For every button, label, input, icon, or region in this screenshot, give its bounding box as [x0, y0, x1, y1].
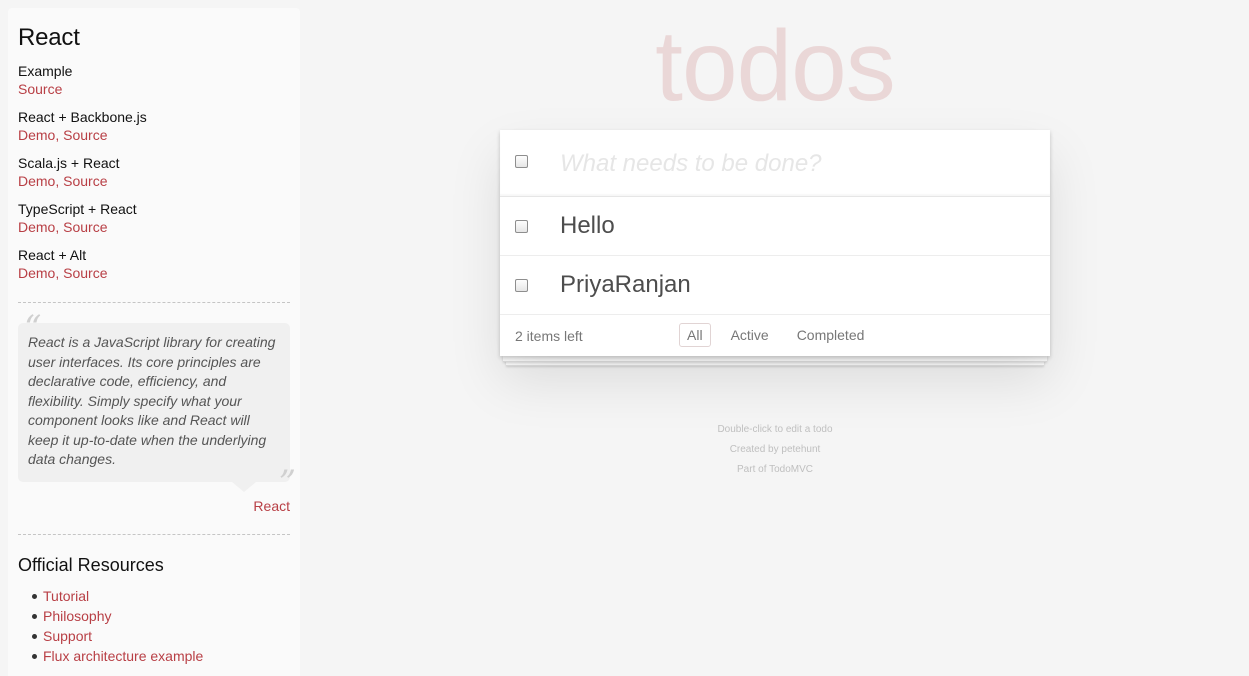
- demo-link[interactable]: Demo: [18, 265, 55, 281]
- demo-link[interactable]: Demo: [18, 219, 55, 235]
- todo-label[interactable]: PriyaRanjan: [560, 270, 691, 300]
- resources-title: Official Resources: [18, 554, 164, 575]
- list-item: Support: [32, 626, 290, 646]
- todo-toggle-checkbox[interactable]: [515, 220, 528, 233]
- close-quote-icon: ”: [278, 462, 296, 503]
- list-item: Flux architecture example: [32, 646, 290, 666]
- framework-quote: “ React is a JavaScript library for crea…: [18, 311, 296, 500]
- todo-app: Hello PriyaRanjan 2 items left All Activ…: [500, 130, 1050, 356]
- items-left-count: 2 items left: [515, 328, 583, 344]
- todo-footer: 2 items left All Active Completed: [500, 315, 1050, 356]
- toggle-all-checkbox[interactable]: [515, 155, 528, 168]
- filter-all[interactable]: All: [679, 323, 711, 347]
- source-link[interactable]: Source: [63, 127, 107, 143]
- support-link[interactable]: Support: [43, 628, 92, 644]
- resources-list: Tutorial Philosophy Support Flux archite…: [18, 586, 290, 666]
- tutorial-link[interactable]: Tutorial: [43, 588, 89, 604]
- example-item: React + Backbone.js Demo, Source: [18, 108, 290, 144]
- new-todo-row: [500, 130, 1050, 197]
- todo-item: PriyaRanjan: [500, 256, 1050, 315]
- todo-item: Hello: [500, 197, 1050, 256]
- quote-arrow: [232, 481, 256, 492]
- quote-text: React is a JavaScript library for creati…: [28, 334, 276, 467]
- example-name: React + Alt: [18, 247, 87, 263]
- philosophy-link[interactable]: Philosophy: [43, 608, 112, 624]
- example-item: Scala.js + React Demo, Source: [18, 154, 290, 190]
- divider: [18, 302, 290, 303]
- todo-label[interactable]: Hello: [560, 211, 615, 241]
- new-todo-input[interactable]: [560, 146, 1030, 182]
- source-link[interactable]: Source: [63, 219, 107, 235]
- example-item: React + Alt Demo, Source: [18, 246, 290, 282]
- filter-active[interactable]: Active: [723, 323, 777, 347]
- source-link[interactable]: Source: [18, 81, 62, 97]
- example-name: React + Backbone.js: [18, 109, 147, 125]
- example-name: TypeScript + React: [18, 201, 137, 217]
- list-item: Tutorial: [32, 586, 290, 606]
- example-name: Scala.js + React: [18, 155, 120, 171]
- example-item: Example Source: [18, 62, 290, 98]
- app-title: todos: [655, 10, 896, 122]
- source-link[interactable]: Source: [63, 265, 107, 281]
- sidebar-title: React: [18, 24, 80, 51]
- demo-link[interactable]: Demo: [18, 127, 55, 143]
- stack-shadow: [503, 356, 1047, 362]
- source-link[interactable]: Source: [63, 173, 107, 189]
- filters: All Active Completed: [679, 323, 872, 347]
- todo-toggle-checkbox[interactable]: [515, 279, 528, 292]
- list-item: Philosophy: [32, 606, 290, 626]
- edit-hint: Double-click to edit a todo: [717, 424, 833, 435]
- divider: [18, 533, 290, 535]
- example-name: Example: [18, 63, 73, 79]
- example-item: TypeScript + React Demo, Source: [18, 200, 290, 236]
- open-quote-icon: “: [24, 308, 42, 348]
- credit-text: Created by petehunt: [729, 444, 821, 455]
- info-footer: Double-click to edit a todo Created by p…: [500, 420, 1050, 480]
- flux-example-link[interactable]: Flux architecture example: [43, 648, 203, 664]
- filter-completed[interactable]: Completed: [789, 323, 873, 347]
- demo-link[interactable]: Demo: [18, 173, 55, 189]
- sidebar: React Example Source React + Backbone.js…: [8, 8, 300, 676]
- todomvc-text: Part of TodoMVC: [737, 464, 813, 475]
